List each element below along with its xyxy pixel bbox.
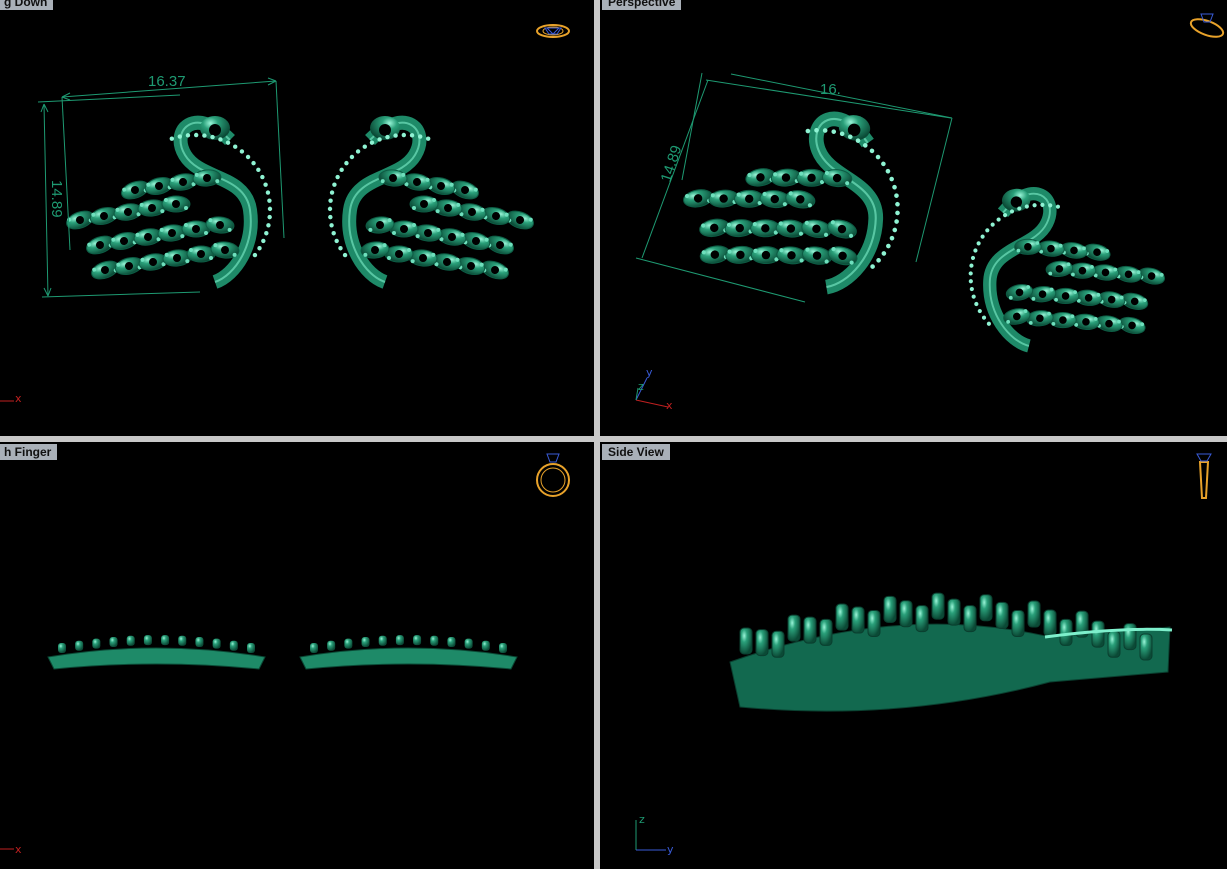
viewport-front-canvas: x — [0, 453, 570, 856]
axis-indicator: x — [0, 392, 22, 405]
ring-top-view-icon[interactable] — [536, 24, 570, 38]
swan-earring-perspective-front[interactable] — [670, 88, 915, 298]
viewport-side[interactable]: z y Side View — [600, 442, 1227, 869]
svg-text:z: z — [638, 380, 644, 393]
ring-perspective-icon[interactable] — [1189, 13, 1226, 40]
ring-side-view-icon[interactable] — [1196, 453, 1212, 499]
svg-text:x: x — [15, 843, 22, 856]
svg-text:y: y — [646, 366, 653, 379]
viewport-front[interactable]: x h Finger — [0, 442, 594, 869]
svg-text:x: x — [15, 392, 22, 405]
swan-earring-front-left[interactable] — [47, 635, 266, 670]
axis-indicator-perspective: x y z — [635, 366, 673, 412]
ring-front-view-icon[interactable] — [536, 453, 570, 497]
viewport-side-label[interactable]: Side View — [602, 444, 670, 460]
viewport-perspective[interactable]: 16. 14.89 x y z Perspective — [600, 0, 1227, 436]
svg-text:x: x — [666, 399, 673, 412]
dimension-persp-height-label: 14.89 — [658, 143, 686, 184]
dimension-width-label: 16.37 — [148, 73, 186, 90]
svg-text:y: y — [667, 843, 674, 856]
viewport-top-label[interactable]: g Down — [0, 0, 54, 10]
viewport-front-label[interactable]: h Finger — [0, 444, 58, 460]
axis-indicator-front: x — [0, 843, 22, 856]
dimension-persp-width-label: 16. — [820, 81, 841, 98]
swan-earring-side[interactable] — [729, 592, 1173, 712]
swan-earring-left[interactable] — [64, 115, 273, 289]
dimension-height-label: 14.89 — [48, 180, 65, 218]
svg-text:z: z — [639, 813, 645, 826]
viewport-side-canvas: z y — [635, 453, 1212, 856]
swan-earring-perspective-back[interactable] — [961, 176, 1172, 353]
viewport-top[interactable]: 16.37 14.89 x g Down — [0, 0, 594, 436]
swan-earring-front-right[interactable] — [299, 635, 518, 670]
swan-earring-right[interactable] — [327, 115, 536, 289]
viewport-perspective-label[interactable]: Perspective — [602, 0, 682, 10]
viewport-perspective-canvas: 16. 14.89 x y z — [635, 13, 1226, 412]
viewport-top-canvas: 16.37 14.89 x — [0, 24, 570, 405]
axis-indicator-side: z y — [635, 813, 674, 856]
